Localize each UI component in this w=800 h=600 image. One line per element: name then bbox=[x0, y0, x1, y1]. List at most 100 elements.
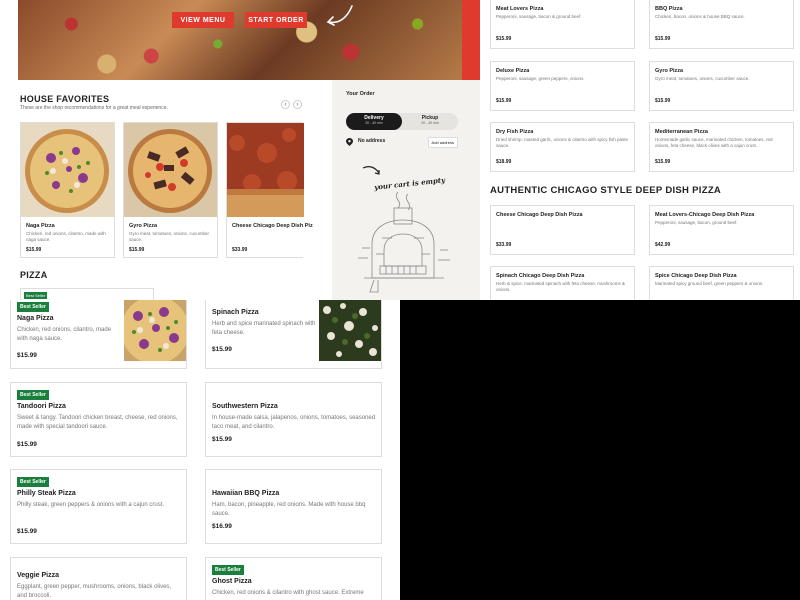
menu-item-desc: Chicken, bacon, onions & house BBQ sauce… bbox=[655, 14, 745, 19]
pizza-desc: In house-made salsa, jalapenos, onions, … bbox=[212, 415, 376, 430]
menu-item-desc: Gyro meat, tomatoes, onions, cucumber sa… bbox=[655, 76, 750, 81]
pizza-card-naga[interactable]: Best Seller Naga Pizza Chicken, red onio… bbox=[10, 300, 187, 369]
pizza-name: Tandoori Pizza bbox=[17, 403, 66, 410]
menu-item-price: $15.99 bbox=[655, 36, 671, 42]
menu-item-desc: Pepperoni, sausage, bacon, ground beef. bbox=[655, 220, 738, 225]
chevron-left-icon: ‹ bbox=[284, 101, 287, 108]
favorite-price: $33.99 bbox=[232, 247, 248, 253]
pizza-desc: Ham, bacon, pineapple, red onions. Made … bbox=[212, 502, 366, 517]
naga-pizza-thumbnail bbox=[124, 300, 186, 361]
pizza-card-southwestern[interactable]: Southwestern Pizza In house-made salsa, … bbox=[205, 382, 382, 457]
carousel-prev-button[interactable]: ‹ bbox=[281, 100, 290, 109]
pizza-name: Veggie Pizza bbox=[17, 572, 60, 579]
pizza-card-veggie[interactable]: Veggie Pizza Eggplant, green pepper, mus… bbox=[10, 557, 187, 600]
favorites-subtitle: These are the shop recommendations for a… bbox=[20, 105, 168, 111]
pizza-oven-illustration-icon bbox=[358, 191, 450, 293]
pizza-name: Philly Steak Pizza bbox=[17, 490, 76, 497]
best-seller-badge: Best Seller bbox=[17, 302, 49, 312]
menu-card-spice-deep-dish[interactable]: Spice Chicago Deep Dish Pizza Marinated … bbox=[649, 266, 794, 300]
favorite-card-gyro[interactable]: Gyro Pizza Gyro meat, tomatoes, onions, … bbox=[123, 122, 218, 258]
menu-card-gyro[interactable]: Gyro Pizza Gyro meat, tomatoes, onions, … bbox=[649, 61, 794, 111]
menu-item-desc: Homemade garlic sauce, marinated chicken… bbox=[655, 137, 773, 149]
menu-item-price: $15.99 bbox=[496, 98, 512, 104]
best-seller-badge: Best Seller bbox=[24, 292, 48, 299]
pizza-price: $15.99 bbox=[212, 346, 232, 353]
view-menu-button[interactable]: VIEW MENU bbox=[172, 12, 234, 28]
favorite-desc: Chicken, red onions, cilantro, made with… bbox=[26, 231, 106, 243]
menu-item-price: $33.99 bbox=[496, 242, 512, 248]
menu-item-price: $42.99 bbox=[655, 242, 671, 248]
pizza-desc: Eggplant, green pepper, mushrooms, onion… bbox=[17, 584, 172, 599]
menu-item-name: Dry Fish Pizza bbox=[496, 129, 534, 135]
hero-banner-image bbox=[18, 0, 462, 80]
deep-dish-pizza-photo bbox=[227, 123, 304, 217]
pizza-price: $15.99 bbox=[17, 528, 37, 535]
menu-item-name: Meat Lovers-Chicago Deep Dish Pizza bbox=[655, 212, 755, 218]
menu-card-meat-lovers-deep-dish[interactable]: Meat Lovers-Chicago Deep Dish Pizza Pepp… bbox=[649, 205, 794, 255]
pizza-card-hawaiian-bbq[interactable]: Hawaiian BBQ Pizza Ham, bacon, pineapple… bbox=[205, 469, 382, 544]
delivery-option[interactable]: Delivery 20 - 40 min bbox=[346, 113, 402, 130]
menu-item-name: Spice Chicago Deep Dish Pizza bbox=[655, 273, 737, 279]
chevron-right-icon: › bbox=[296, 101, 299, 108]
menu-card-cheese-deep-dish[interactable]: Cheese Chicago Deep Dish Pizza $33.99 bbox=[490, 205, 635, 255]
menu-card-mediterranean[interactable]: Mediterranean Pizza Homemade garlic sauc… bbox=[649, 122, 794, 172]
menu-item-desc: Marinated spicy ground beef, green peppe… bbox=[655, 281, 764, 286]
favorite-card-naga[interactable]: Naga Pizza Chicken, red onions, cilantro… bbox=[20, 122, 115, 258]
pizza-desc: Chicken, red onions & cilantro with ghos… bbox=[212, 590, 364, 596]
menu-item-name: Mediterranean Pizza bbox=[655, 129, 708, 135]
menu-item-name: Gyro Pizza bbox=[655, 68, 684, 74]
empty-black-area bbox=[400, 300, 800, 600]
spinach-pizza-thumbnail bbox=[319, 300, 381, 361]
pizza-card-ghost[interactable]: Best Seller Ghost Pizza Chicken, red oni… bbox=[205, 557, 382, 600]
order-type-toggle: Delivery 20 - 40 min Pickup 20 - 40 min bbox=[346, 113, 458, 130]
menu-item-name: Deluxe Pizza bbox=[496, 68, 530, 74]
start-order-button[interactable]: START ORDER bbox=[245, 12, 307, 28]
favorites-title: HOUSE FAVORITES bbox=[20, 94, 110, 104]
menu-item-price: $15.99 bbox=[655, 98, 671, 104]
gyro-pizza-photo bbox=[124, 123, 217, 217]
pizza-desc: Sweet & tangy. Tandoori chicken breast, … bbox=[17, 415, 178, 430]
menu-card-bbq[interactable]: BBQ Pizza Chicken, bacon, onions & house… bbox=[649, 0, 794, 49]
pizza-section-title: PIZZA bbox=[20, 270, 48, 280]
menu-item-name: Meat Lovers Pizza bbox=[496, 6, 544, 12]
pizza-name: Hawaiian BBQ Pizza bbox=[212, 490, 280, 497]
favorite-price: $15.99 bbox=[129, 247, 145, 253]
menu-item-name: BBQ Pizza bbox=[655, 6, 683, 12]
best-seller-badge: Best Seller bbox=[17, 477, 49, 487]
pizza-name: Spinach Pizza bbox=[212, 309, 259, 316]
pizza-list-zoomed: Best Seller Naga Pizza Chicken, red onio… bbox=[0, 300, 400, 600]
menu-card-spinach-deep-dish[interactable]: Spinach Chicago Deep Dish Pizza Herb & s… bbox=[490, 266, 635, 300]
cart-title: Your Order bbox=[346, 91, 375, 97]
menu-page-right: Meat Lovers Pizza Pepperoni, sausage, ba… bbox=[480, 0, 800, 300]
pizza-card-spinach[interactable]: Spinach Pizza Herb and spice marinated s… bbox=[205, 300, 382, 369]
pizza-card-tandoori[interactable]: Best Seller Tandoori Pizza Sweet & tangy… bbox=[10, 382, 187, 457]
carousel-next-button[interactable]: › bbox=[293, 100, 302, 109]
menu-card-deluxe[interactable]: Deluxe Pizza Pepperoni, sausage, green p… bbox=[490, 61, 635, 111]
cart-panel: Your Order Delivery 20 - 40 min Pickup 2… bbox=[332, 80, 480, 300]
best-seller-badge: Best Seller bbox=[212, 565, 244, 575]
pickup-option[interactable]: Pickup 20 - 40 min bbox=[402, 113, 458, 130]
pizza-price: $15.99 bbox=[17, 352, 37, 359]
pizza-desc: Herb and spice marinated spinach with fe… bbox=[212, 321, 316, 336]
favorite-name: Naga Pizza bbox=[26, 223, 55, 229]
naga-pizza-photo bbox=[21, 123, 114, 217]
hero-accent-strip bbox=[462, 0, 480, 80]
pizza-price: $15.99 bbox=[17, 441, 37, 448]
pizza-name: Ghost Pizza bbox=[212, 578, 252, 585]
menu-item-price: $15.99 bbox=[655, 159, 671, 165]
menu-card-dry-fish[interactable]: Dry Fish Pizza Dried shrimp, roasted gar… bbox=[490, 122, 635, 172]
favorite-name: Cheese Chicago Deep Dish Piz bbox=[232, 223, 313, 229]
pizza-price: $16.99 bbox=[212, 523, 232, 530]
favorite-desc: Gyro meat, tomatoes, onions, cucumber sa… bbox=[129, 231, 210, 243]
menu-item-name: Spinach Chicago Deep Dish Pizza bbox=[496, 273, 585, 279]
pizza-name: Southwestern Pizza bbox=[212, 403, 278, 410]
favorite-card-deep-dish[interactable]: Cheese Chicago Deep Dish Piz $33.99 bbox=[226, 122, 313, 258]
menu-item-desc: Pepperoni, sausage, bacon & ground beef. bbox=[496, 14, 582, 19]
menu-card-meat-lovers[interactable]: Meat Lovers Pizza Pepperoni, sausage, ba… bbox=[490, 0, 635, 49]
menu-item-price: $15.99 bbox=[496, 36, 512, 42]
add-address-button[interactable]: Add address bbox=[427, 137, 458, 148]
pizza-desc: Philly steak, green peppers & onions wit… bbox=[17, 502, 165, 508]
address-text: No address bbox=[358, 138, 386, 144]
pizza-desc: Chicken, red onions, cilantro, made with… bbox=[17, 327, 112, 342]
pizza-card-philly-steak[interactable]: Best Seller Philly Steak Pizza Philly st… bbox=[10, 469, 187, 544]
